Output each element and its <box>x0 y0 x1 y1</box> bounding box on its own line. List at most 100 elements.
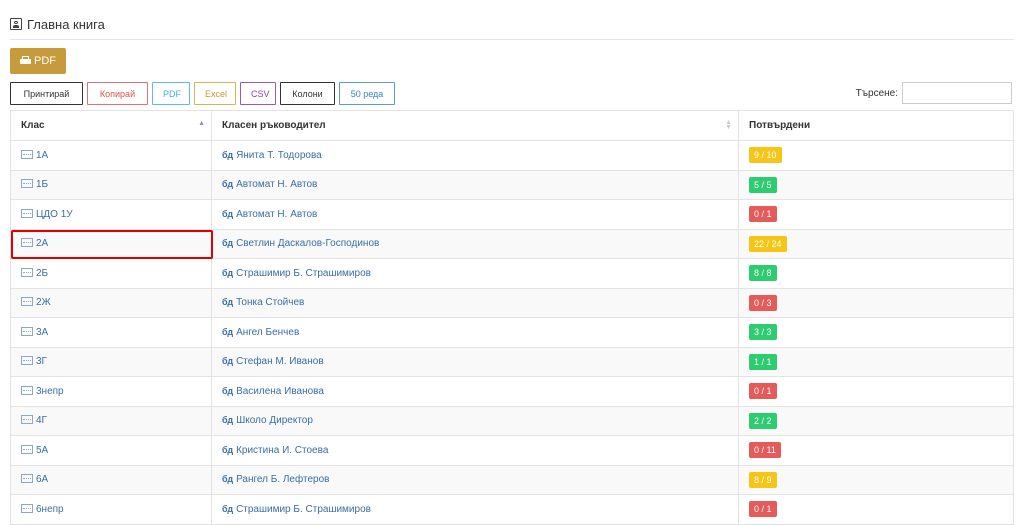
csv-button[interactable]: CSV <box>240 82 276 105</box>
teacher-link[interactable]: Автомат Н. Автов <box>236 209 317 220</box>
confirmed-badge: 0 / 1 <box>749 206 777 223</box>
confirmed-cell: 0 / 1 <box>738 376 1014 407</box>
teacher-icon: бд <box>222 415 234 426</box>
class-link[interactable]: ЦДО 1У <box>36 209 73 220</box>
table-row: ЦДО 1У бд Автомат Н. Автов 0 / 1 <box>10 199 1014 230</box>
teacher-link[interactable]: Рангел Б. Лефтеров <box>236 474 329 485</box>
class-link[interactable]: 5А <box>36 445 48 456</box>
page-title: Главна книга <box>27 16 105 32</box>
class-icon <box>21 208 33 218</box>
teacher-link[interactable]: Тонка Стойчев <box>236 297 304 308</box>
confirmed-cell: 8 / 9 <box>738 464 1014 495</box>
class-cell: 2Ж <box>10 287 212 318</box>
sort-asc-icon: ▲ <box>198 120 205 127</box>
pdf-button[interactable]: PDF <box>10 48 66 74</box>
teacher-cell: бд Светлин Даскалов-Господинов <box>211 228 739 259</box>
page-header: Главна книга <box>10 14 105 34</box>
teacher-icon: бд <box>222 444 234 455</box>
class-icon <box>21 326 33 336</box>
column-header-teacher[interactable]: Класен ръководител ▲ ▼ <box>211 110 739 141</box>
confirmed-cell: 0 / 1 <box>738 494 1014 525</box>
class-icon <box>21 179 33 189</box>
teacher-icon: бд <box>222 297 234 308</box>
teacher-cell: бд Страшимир Б. Страшимиров <box>211 494 739 525</box>
class-link[interactable]: 6непр <box>36 504 64 515</box>
confirmed-cell: 0 / 3 <box>738 287 1014 318</box>
teacher-link[interactable]: Василена Иванова <box>236 386 324 397</box>
class-link[interactable]: 3непр <box>36 386 64 397</box>
class-cell: 3А <box>10 317 212 348</box>
rows-per-page-button[interactable]: 50 реда <box>339 82 395 105</box>
class-icon <box>21 385 33 395</box>
class-link[interactable]: 2Б <box>36 268 48 279</box>
class-icon <box>21 503 33 513</box>
teacher-cell: бд Страшимир Б. Страшимиров <box>211 258 739 289</box>
class-icon <box>21 474 33 484</box>
class-cell: 1А <box>10 140 212 171</box>
column-header-confirmed[interactable]: Потвърдени <box>738 110 1014 141</box>
class-link[interactable]: 6А <box>36 474 48 485</box>
excel-button[interactable]: Excel <box>194 82 236 105</box>
class-cell: 2А <box>10 228 212 259</box>
confirmed-cell: 8 / 8 <box>738 258 1014 289</box>
teacher-icon: бд <box>222 208 234 219</box>
teacher-icon: бд <box>222 356 234 367</box>
teacher-link[interactable]: Страшимир Б. Страшимиров <box>236 268 371 279</box>
search-input[interactable] <box>902 82 1012 104</box>
teacher-cell: бд Ангел Бенчев <box>211 317 739 348</box>
teacher-link[interactable]: Ангел Бенчев <box>236 327 299 338</box>
table-row: 1А бд Янита Т. Тодорова 9 / 10 <box>10 140 1014 171</box>
teacher-link[interactable]: Школо Директор <box>236 415 313 426</box>
teacher-link[interactable]: Кристина И. Стоева <box>236 445 328 456</box>
teacher-link[interactable]: Янита Т. Тодорова <box>236 150 322 161</box>
teacher-link[interactable]: Страшимир Б. Страшимиров <box>236 504 371 515</box>
teacher-icon: бд <box>222 385 234 396</box>
class-icon <box>21 415 33 425</box>
class-link[interactable]: 2А <box>36 238 48 249</box>
export-toolbar: Принтирай Копирай PDF Excel CSV Колони 5… <box>10 82 399 105</box>
table-row: 3Г бд Стефан М. Иванов 1 / 1 <box>10 346 1014 377</box>
table-row: 2А бд Светлин Даскалов-Господинов 22 / 24 <box>10 228 1014 259</box>
column-header-class[interactable]: Клас ▲ <box>10 110 212 141</box>
confirmed-cell: 2 / 2 <box>738 405 1014 436</box>
class-cell: 5А <box>10 435 212 466</box>
table-row: 3непр бд Василена Иванова 0 / 1 <box>10 376 1014 407</box>
column-header-label: Потвърдени <box>749 120 811 131</box>
table-row: 2Б бд Страшимир Б. Страшимиров 8 / 8 <box>10 258 1014 289</box>
teacher-link[interactable]: Автомат Н. Автов <box>236 179 317 190</box>
class-link[interactable]: 3Г <box>36 356 47 367</box>
teacher-link[interactable]: Светлин Даскалов-Господинов <box>236 238 379 249</box>
table-header-row: Клас ▲ Класен ръководител ▲ ▼ Потвърдени <box>10 110 1014 141</box>
class-link[interactable]: 2Ж <box>36 297 51 308</box>
class-cell: 2Б <box>10 258 212 289</box>
teacher-cell: бд Автомат Н. Автов <box>211 199 739 230</box>
confirmed-cell: 1 / 1 <box>738 346 1014 377</box>
columns-button[interactable]: Колони <box>280 82 335 105</box>
teacher-link[interactable]: Стефан М. Иванов <box>236 356 324 367</box>
search-box: Търсене: <box>856 82 1012 104</box>
pdf-export-button[interactable]: PDF <box>152 82 190 105</box>
confirmed-cell: 22 / 24 <box>738 228 1014 259</box>
print-button[interactable]: Принтирай <box>10 82 83 105</box>
class-link[interactable]: 4Г <box>36 415 47 426</box>
class-link[interactable]: 1А <box>36 150 48 161</box>
confirmed-badge: 0 / 3 <box>749 294 777 311</box>
sort-icon: ▲ ▼ <box>725 119 732 131</box>
copy-button[interactable]: Копирай <box>87 82 148 105</box>
user-book-icon <box>10 18 22 30</box>
pdf-button-label: PDF <box>34 55 56 67</box>
confirmed-badge: 0 / 11 <box>749 442 781 459</box>
teacher-icon: бд <box>222 474 234 485</box>
teacher-cell: бд Стефан М. Иванов <box>211 346 739 377</box>
class-cell: 1Б <box>10 169 212 200</box>
class-link[interactable]: 1Б <box>36 179 48 190</box>
class-link[interactable]: 3А <box>36 327 48 338</box>
classes-table: Клас ▲ Класен ръководител ▲ ▼ Потвърдени … <box>10 110 1014 525</box>
teacher-cell: бд Кристина И. Стоева <box>211 435 739 466</box>
confirmed-badge: 8 / 9 <box>749 471 777 488</box>
teacher-cell: бд Рангел Б. Лефтеров <box>211 464 739 495</box>
teacher-icon: бд <box>222 179 234 190</box>
class-icon <box>21 149 33 159</box>
class-icon <box>21 444 33 454</box>
class-cell: 3Г <box>10 346 212 377</box>
